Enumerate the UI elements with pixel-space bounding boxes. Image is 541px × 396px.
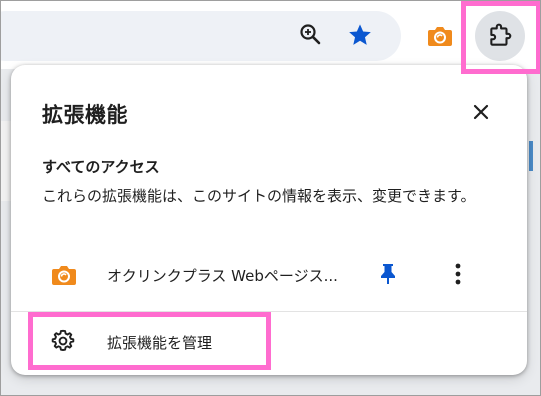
close-icon: [473, 104, 489, 120]
access-description: これらの拡張機能は、このサイトの情報を表示、変更できます。: [42, 187, 476, 205]
access-heading: すべてのアクセス: [42, 158, 160, 176]
pin-icon[interactable]: [373, 259, 403, 289]
browser-toolbar: [1, 1, 540, 69]
orange-camera-icon[interactable]: [425, 21, 455, 51]
page-background-accent: [529, 141, 533, 171]
extension-item[interactable]: オクリンクプラス Webページス...: [11, 253, 527, 295]
bookmark-star-icon[interactable]: [344, 19, 376, 51]
address-bar[interactable]: [1, 11, 401, 61]
browser-window: 拡張機能 すべてのアクセス これらの拡張機能は、このサイトの情報を表示、変更でき…: [0, 0, 541, 396]
orange-camera-icon: [51, 263, 77, 287]
more-options-icon[interactable]: [443, 259, 473, 289]
extension-name: オクリンクプラス Webページス...: [107, 267, 338, 285]
zoom-icon[interactable]: [295, 19, 325, 49]
highlight-box-manage-extensions: [28, 312, 271, 370]
close-button[interactable]: [466, 97, 496, 127]
highlight-box-extensions-button: [461, 1, 540, 74]
popup-title: 拡張機能: [42, 103, 128, 127]
